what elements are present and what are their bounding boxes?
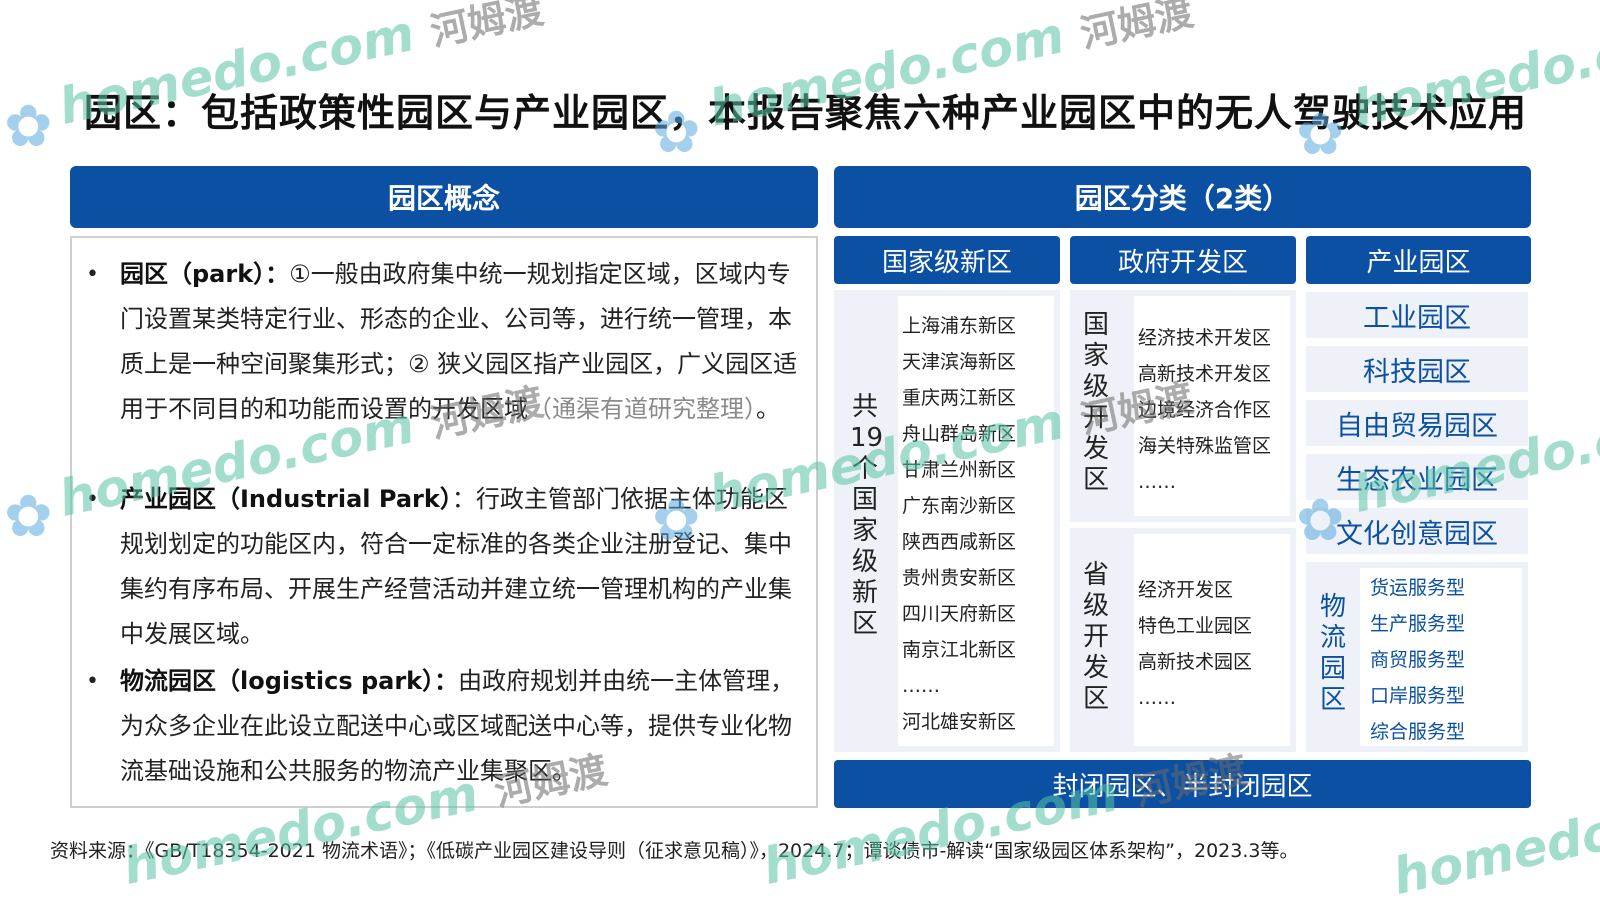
concept-header: 园区概念 (70, 166, 818, 228)
watermark-flower-icon: ✿ (4, 92, 53, 160)
col-gov-dev-zone-header: 政府开发区 (1070, 236, 1296, 284)
list-item: 生产服务型 (1370, 613, 1466, 635)
term-industrial: 产业园区（Industrial Park） (120, 485, 452, 513)
source-note: 资料来源：《GB/T18354-2021 物流术语》；《低碳产业园区建设导则（征… (50, 840, 1299, 862)
list-item: 四川天府新区 (902, 603, 1017, 625)
col-national-new-area-header: 国家级新区 (834, 236, 1060, 284)
list-item: 货运服务型 (1370, 577, 1466, 599)
list-item: 舟山群岛新区 (902, 423, 1017, 445)
list-item: 边境经济合作区 (1138, 399, 1272, 421)
list-item: 经济开发区 (1138, 579, 1234, 601)
list-item: …… (1138, 687, 1176, 709)
logistics-park-side-label: 物流园区 (1319, 592, 1346, 715)
bullet-icon: • (86, 487, 99, 512)
provincial-dev-zone-list: 经济开发区 特色工业园区 高新技术园区 …… (1138, 572, 1252, 716)
classify-header: 园区分类（2类） (834, 166, 1531, 228)
watermark-flower-icon: ✿ (4, 482, 53, 550)
term-park: 园区（park）： (120, 260, 290, 288)
page-title: 园区：包括政策性园区与产业园区，本报告聚焦六种产业园区中的无人驾驶技术应用 (84, 91, 1528, 135)
bullet-icon: • (86, 262, 99, 287)
list-item: 天津滨海新区 (902, 351, 1017, 373)
concept-logistics-park: • 物流园区（logistics park）：由政府规划并由统一主体管理，为众多… (86, 659, 802, 794)
list-item: …… (902, 675, 940, 697)
list-item: 广东南沙新区 (902, 495, 1017, 517)
note-park: （通渠有道研究整理） (528, 395, 756, 423)
list-item: 河北雄安新区 (902, 711, 1017, 733)
classify-footer: 封闭园区、半封闭园区 (834, 760, 1531, 808)
list-item: 上海浦东新区 (902, 315, 1017, 337)
concept-park: • 园区（park）：①一般由政府集中统一规划指定区域，区域内专门设置某类特定行… (86, 252, 802, 432)
bullet-icon: • (86, 669, 99, 694)
list-item: 南京江北新区 (902, 639, 1017, 661)
concept-industrial-park: • 产业园区（Industrial Park）：行政主管部门依据主体功能区规划划… (86, 477, 802, 657)
provincial-dev-zone-side-label: 省级开发区 (1082, 560, 1109, 714)
park-item-culture: 文化创意园区 (1306, 508, 1528, 554)
list-item: 特色工业园区 (1138, 615, 1253, 637)
list-item: 高新技术开发区 (1138, 363, 1272, 385)
national-new-area-list: 上海浦东新区 天津滨海新区 重庆两江新区 舟山群岛新区 甘肃兰州新区 广东南沙新… (902, 308, 1016, 740)
national-new-area-side-label: 共19个国家级新区 (850, 392, 884, 639)
list-item: 商贸服务型 (1370, 649, 1466, 671)
list-item: …… (1138, 471, 1176, 493)
park-item-eco-agri: 生态农业园区 (1306, 454, 1528, 500)
list-item: 贵州贵安新区 (902, 567, 1017, 589)
list-item: 重庆两江新区 (902, 387, 1017, 409)
list-item: 综合服务型 (1370, 721, 1466, 743)
col-industrial-park-header: 产业园区 (1306, 236, 1531, 284)
park-item-tech: 科技园区 (1306, 346, 1528, 392)
park-item-free-trade: 自由贸易园区 (1306, 400, 1528, 446)
list-item: 口岸服务型 (1370, 685, 1466, 707)
list-item: 陕西西咸新区 (902, 531, 1017, 553)
national-dev-zone-list: 经济技术开发区 高新技术开发区 边境经济合作区 海关特殊监管区 …… (1138, 320, 1271, 500)
list-item: 甘肃兰州新区 (902, 459, 1017, 481)
list-item: 高新技术园区 (1138, 651, 1253, 673)
park-item-industrial: 工业园区 (1306, 292, 1528, 338)
list-item: 海关特殊监管区 (1138, 435, 1272, 457)
logistics-park-list: 货运服务型 生产服务型 商贸服务型 口岸服务型 综合服务型 (1370, 570, 1465, 750)
term-logistics: 物流园区（logistics park）： (120, 667, 459, 695)
list-item: 经济技术开发区 (1138, 327, 1272, 349)
concept-box: • 园区（park）：①一般由政府集中统一规划指定区域，区域内专门设置某类特定行… (70, 236, 818, 808)
national-dev-zone-side-label: 国家级开发区 (1082, 310, 1109, 495)
